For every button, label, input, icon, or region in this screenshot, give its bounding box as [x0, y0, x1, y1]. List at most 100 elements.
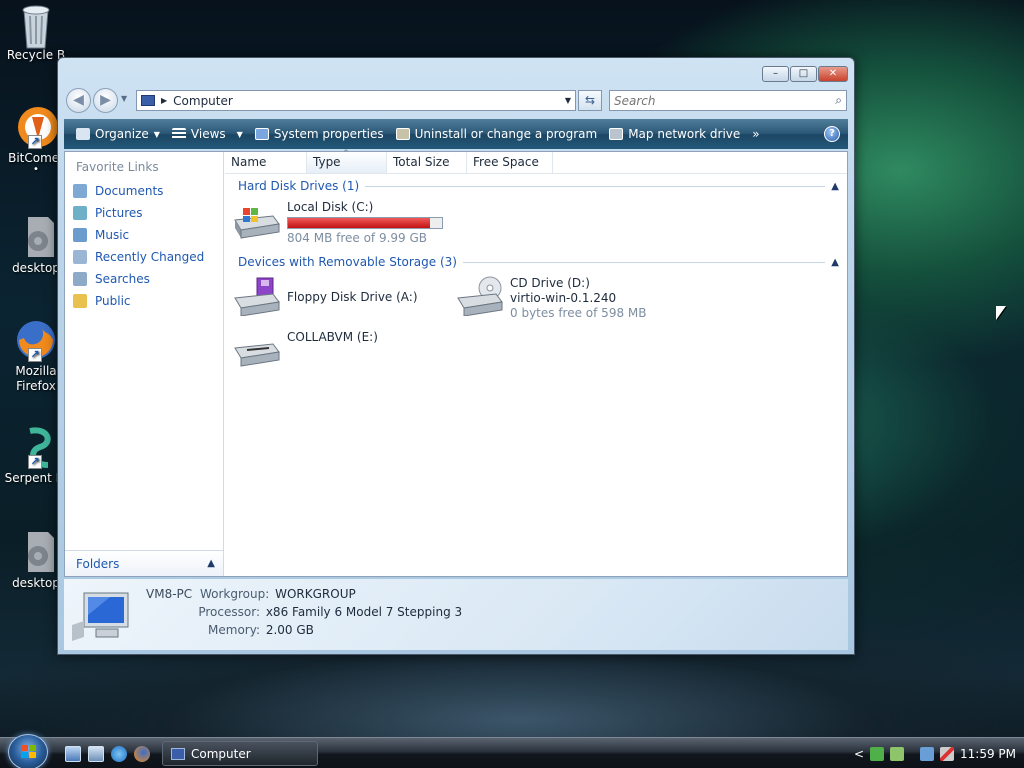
display-tray-icon[interactable]	[920, 746, 934, 761]
desktop-icon-recycle-bin[interactable]: Recycle B	[0, 2, 72, 63]
shortcut-arrow-icon: ↗	[28, 455, 42, 469]
removable-drive-icon	[233, 328, 281, 368]
drive-cd-d[interactable]: CD Drive (D:) virtio-win-0.1.240 0 bytes…	[456, 276, 646, 321]
system-properties-icon	[254, 128, 269, 140]
address-dropdown-icon[interactable]: ▼	[565, 96, 571, 105]
switch-windows-icon[interactable]	[88, 746, 104, 762]
disk-usage-fill	[288, 218, 430, 228]
collapse-icon[interactable]: ▲	[825, 181, 839, 192]
drive-free-space: 804 MB free of 9.99 GB	[287, 231, 428, 245]
column-header-total-size[interactable]: Total Size	[387, 152, 467, 173]
nav-item-searches[interactable]: Searches	[65, 268, 223, 290]
taskbar: Computer < 11:59 PM	[0, 734, 1024, 768]
file-list: Name Type ^ Total Size Free Space Hard Di…	[225, 149, 847, 576]
processor-label: Processor:	[198, 605, 260, 619]
workgroup-label: Workgroup:	[199, 587, 270, 601]
forward-arrow-icon: ▶	[100, 92, 111, 108]
breadcrumb-separator-icon[interactable]: ▶	[161, 96, 167, 105]
mouse-cursor-icon	[996, 306, 1006, 320]
chevron-up-icon: ▲	[207, 558, 215, 569]
processor-value: x86 Family 6 Model 7 Stepping 3	[265, 605, 463, 619]
refresh-button[interactable]: ⇆	[578, 90, 602, 111]
disk-usage-bar	[287, 217, 443, 229]
more-commands-button[interactable]: »	[746, 122, 765, 146]
organize-icon	[76, 128, 90, 140]
close-button[interactable]: ✕	[818, 66, 848, 82]
organize-button[interactable]: Organize ▼	[70, 122, 166, 146]
search-box[interactable]: ⌕	[609, 90, 847, 111]
address-bar[interactable]: ▶ Computer ▼	[136, 90, 576, 111]
navigation-pane: Favorite Links Documents Pictures Music …	[65, 152, 224, 576]
group-header-removable-storage[interactable]: Devices with Removable Storage (3) ▲	[238, 255, 839, 269]
command-bar: Organize ▼ Views ▼ System properties Uni…	[64, 119, 848, 149]
show-hidden-icons-button[interactable]: <	[854, 747, 864, 761]
memory-value: 2.00 GB	[265, 623, 314, 637]
drive-free-space: 0 bytes free of 598 MB	[510, 306, 647, 320]
internet-explorer-icon[interactable]	[111, 746, 127, 762]
navigation-bar: ◀ ▶ ▼ ▶ Computer ▼ ⇆ ⌕	[66, 88, 847, 114]
nav-item-public[interactable]: Public	[65, 290, 223, 312]
searches-icon	[73, 272, 87, 286]
start-button[interactable]	[8, 734, 48, 768]
bitcomet-icon: ↗	[14, 105, 58, 149]
explorer-window: – □ ✕ ◀ ▶ ▼ ▶ Computer ▼ ⇆ ⌕ Organize ▼ …	[57, 57, 855, 655]
collapse-icon[interactable]: ▲	[825, 257, 839, 268]
back-arrow-icon: ◀	[73, 92, 84, 108]
chevron-down-icon: ▼	[236, 129, 243, 139]
public-folder-icon	[73, 294, 87, 308]
search-input[interactable]	[614, 93, 814, 108]
shortcut-arrow-icon: ↗	[28, 348, 42, 362]
recently-changed-icon	[73, 250, 87, 264]
breadcrumb-computer[interactable]: Computer	[173, 94, 233, 108]
map-network-drive-button[interactable]: Map network drive	[603, 122, 746, 146]
workgroup-value: WORKGROUP	[275, 587, 356, 601]
views-button[interactable]: Views ▼	[166, 122, 249, 146]
minimize-button[interactable]: –	[762, 66, 789, 82]
group-header-hard-disk-drives[interactable]: Hard Disk Drives (1) ▲	[238, 179, 839, 193]
recycle-bin-icon	[14, 2, 58, 49]
drive-floppy-a[interactable]: Floppy Disk Drive (A:)	[233, 276, 418, 317]
content-area: Favorite Links Documents Pictures Music …	[64, 149, 848, 577]
memory-label: Memory:	[208, 623, 260, 637]
music-icon	[73, 228, 87, 242]
shortcut-arrow-icon: ↗	[28, 135, 42, 149]
maximize-button[interactable]: □	[790, 66, 817, 82]
computer-monitor-icon	[70, 591, 132, 646]
taskbar-button-computer[interactable]: Computer	[162, 741, 318, 766]
drive-name: CD Drive (D:)	[510, 276, 590, 290]
volume-muted-icon[interactable]	[940, 746, 954, 761]
clock[interactable]: 11:59 PM	[960, 747, 1016, 761]
forward-button[interactable]: ▶	[93, 88, 118, 113]
floppy-drive-icon	[233, 276, 281, 317]
uninstall-program-button[interactable]: Uninstall or change a program	[390, 122, 604, 146]
drive-name: COLLABVM (E:)	[287, 330, 378, 344]
documents-icon	[73, 184, 87, 198]
column-header-name[interactable]: Name	[225, 152, 307, 173]
column-header-type[interactable]: Type ^	[307, 149, 387, 173]
sort-arrow-icon: ^	[343, 149, 349, 157]
computer-icon	[141, 95, 155, 106]
system-properties-button[interactable]: System properties	[249, 122, 390, 146]
details-pane: VM8-PC Workgroup: WORKGROUP Processor: x…	[64, 579, 848, 650]
hard-disk-icon	[233, 200, 281, 240]
firefox-quicklaunch-icon[interactable]	[134, 746, 150, 762]
back-button[interactable]: ◀	[66, 88, 91, 113]
programs-icon	[395, 128, 410, 140]
firefox-icon: ↗	[14, 318, 58, 362]
nav-item-documents[interactable]: Documents	[65, 180, 223, 202]
folders-toggle[interactable]: Folders ▲	[65, 550, 223, 576]
drive-local-disk-c[interactable]: Local Disk (C:) 804 MB free of 9.99 GB	[233, 200, 443, 246]
nav-item-pictures[interactable]: Pictures	[65, 202, 223, 224]
system-tray: < 11:59 PM	[854, 738, 1016, 768]
computer-name: VM8-PC	[146, 587, 193, 601]
sidebar-tray-icon[interactable]	[890, 746, 904, 761]
recent-pages-dropdown[interactable]: ▼	[121, 94, 127, 103]
nav-item-music[interactable]: Music	[65, 224, 223, 246]
nav-item-recently-changed[interactable]: Recently Changed	[65, 246, 223, 268]
network-tray-icon[interactable]	[870, 746, 884, 761]
help-button[interactable]: ?	[824, 126, 840, 142]
show-desktop-icon[interactable]	[65, 746, 81, 762]
search-icon[interactable]: ⌕	[835, 93, 842, 108]
drive-collabvm-e[interactable]: COLLABVM (E:)	[233, 328, 378, 368]
column-header-free-space[interactable]: Free Space	[467, 152, 553, 173]
